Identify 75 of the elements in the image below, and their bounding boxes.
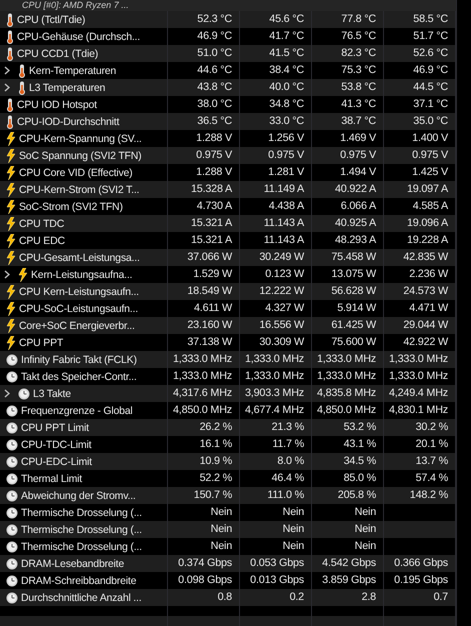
sensor-name: Core+SoC Energieverbr... (19, 320, 136, 332)
lightning-bolt-icon (6, 284, 16, 298)
lightning-bolt-icon (6, 336, 16, 350)
clock-icon (6, 524, 18, 536)
sensor-name: CPU EDC (19, 234, 66, 246)
clock-icon (6, 354, 18, 366)
sensor-name: CPU-Gehäuse (Durchsch... (17, 30, 141, 42)
expand-chevron-icon[interactable] (4, 270, 10, 279)
sensor-name: Durchschnittliche Anzahl ... (21, 592, 142, 604)
lightning-bolt-icon (6, 234, 16, 248)
lightning-bolt-icon (6, 148, 16, 162)
thermometer-icon (6, 46, 14, 60)
lightning-bolt-icon (18, 268, 28, 282)
clock-icon (6, 456, 18, 468)
sensor-name: Thermal Limit (21, 472, 84, 484)
expand-chevron-icon[interactable] (4, 66, 10, 75)
clock-icon (6, 558, 18, 570)
sensor-group-title: CPU [#0]: AMD Ryzen 7 ... (21, 0, 130, 11)
sensor-name: CPU-EDC-Limit (21, 456, 93, 468)
clock-icon (6, 592, 18, 604)
sensor-name: Abweichung der Stromv... (21, 490, 137, 502)
thermometer-icon (18, 64, 26, 78)
sensor-name: CPU TDC (19, 218, 66, 230)
sensor-name: CPU CCD1 (Tdie) (17, 48, 100, 60)
thermometer-icon (6, 98, 14, 112)
lightning-bolt-icon (6, 182, 16, 196)
lightning-bolt-icon (6, 318, 16, 332)
sensor-name: SoC-Strom (SVI2 TFN) (19, 200, 124, 212)
thermometer-icon (6, 114, 14, 128)
sensor-name: CPU Kern-Leistungsaufn... (19, 286, 140, 298)
clock-icon (6, 404, 18, 416)
expand-chevron-icon[interactable] (4, 389, 10, 398)
sensor-name: CPU-TDC-Limit (21, 438, 92, 450)
clock-icon (6, 472, 18, 484)
lightning-bolt-icon (6, 200, 16, 214)
sensor-name: DRAM-Schreibbandbreite (21, 574, 138, 586)
sensor-name: Frequenzgrenze - Global (21, 404, 134, 416)
sensor-name: Thermische Drosselung (... (21, 524, 143, 536)
sensor-name: CPU Core VID (Effective) (19, 166, 134, 178)
sensor-name: CPU-Gesamt-Leistungsa... (19, 252, 141, 264)
sensor-name: CPU-SoC-Leistungsaufn... (19, 302, 139, 314)
sensor-name: Takt des Speicher-Contr... (21, 370, 138, 382)
lightning-bolt-icon (6, 166, 16, 180)
sensor-name: CPU-Kern-Strom (SVI2 T... (19, 184, 140, 196)
sensor-name: CPU IOD Hotspot (17, 98, 98, 110)
thermometer-icon (18, 80, 26, 94)
expand-chevron-icon[interactable] (4, 83, 10, 92)
sensor-name: CPU-Kern-Spannung (SV... (19, 132, 143, 144)
thermometer-icon (6, 12, 14, 26)
sensor-name: SoC Spannung (SVI2 TFN) (19, 150, 142, 162)
clock-icon (6, 438, 18, 450)
clock-icon (6, 370, 18, 382)
sensor-name: L3 Takte (33, 388, 72, 400)
sensor-name: CPU-IOD-Durchschnitt (17, 116, 120, 128)
clock-icon (18, 388, 30, 400)
lightning-bolt-icon (6, 216, 16, 230)
clock-icon (6, 490, 18, 502)
sensor-name: CPU PPT (19, 336, 64, 348)
sensor-name: Thermische Drosselung (... (21, 540, 143, 552)
clock-icon (6, 574, 18, 586)
sensor-name: Kern-Leistungsaufna... (31, 268, 134, 280)
sensor-name: Infinity Fabric Takt (FCLK) (21, 354, 138, 366)
sensor-name: CPU PPT Limit (21, 422, 90, 434)
sensor-name: CPU (Tctl/Tdie) (17, 14, 86, 26)
lightning-bolt-icon (6, 250, 16, 264)
clock-icon (6, 422, 18, 434)
lightning-bolt-icon (6, 302, 16, 316)
clock-icon (6, 506, 18, 518)
sensor-name: Kern-Temperaturen (29, 64, 118, 76)
sensor-name: Thermische Drosselung (... (21, 506, 143, 518)
thermometer-icon (6, 30, 14, 44)
lightning-bolt-icon (6, 132, 16, 146)
sensor-name: L3 Temperaturen (29, 82, 106, 94)
sensor-name: DRAM-Lesebandbreite (21, 558, 126, 570)
clock-icon (6, 540, 18, 552)
